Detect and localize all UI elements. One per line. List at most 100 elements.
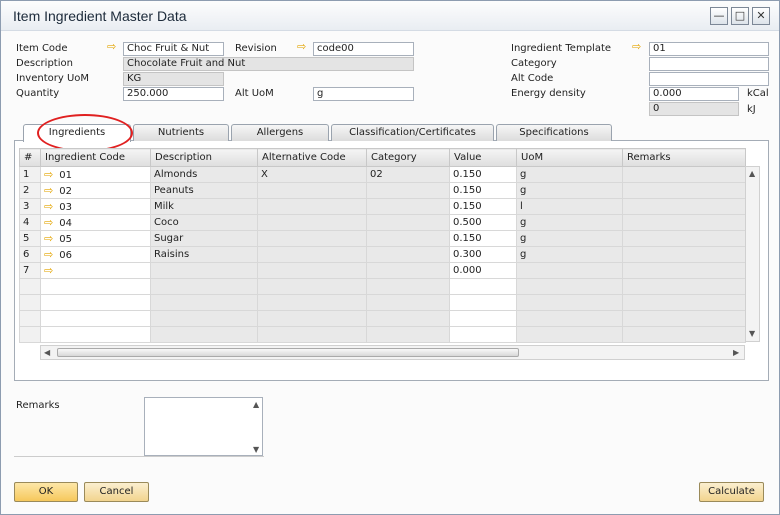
ingredient-template-field[interactable]: 01 <box>649 42 769 56</box>
column-header[interactable]: UoM <box>516 148 623 167</box>
value-cell[interactable]: 0.150 <box>449 166 517 183</box>
scroll-up-icon[interactable]: ▲ <box>749 169 755 178</box>
table-row[interactable]: 6 ⇨ 06 Raisins 0.300 g <box>19 246 746 263</box>
category-cell[interactable] <box>366 230 450 247</box>
description-cell[interactable]: Peanuts <box>150 182 258 199</box>
column-header[interactable]: Description <box>150 148 258 167</box>
vertical-scrollbar[interactable]: ▲ ▼ <box>745 166 760 342</box>
table-row[interactable]: 5 ⇨ 05 Sugar 0.150 g <box>19 230 746 247</box>
close-button[interactable]: ✕ <box>752 7 770 25</box>
ok-button[interactable]: OK <box>14 482 78 502</box>
description-cell[interactable]: Raisins <box>150 246 258 263</box>
category-cell[interactable] <box>366 262 450 279</box>
remarks-cell[interactable] <box>622 182 746 199</box>
table-row[interactable]: 3 ⇨ 03 Milk 0.150 l <box>19 198 746 215</box>
alternative-code-cell[interactable] <box>257 262 367 279</box>
alternative-code-cell[interactable] <box>257 198 367 215</box>
tab-nutrients[interactable]: Nutrients <box>133 124 229 141</box>
description-cell[interactable] <box>150 262 258 279</box>
minimize-button[interactable]: — <box>710 7 728 25</box>
calculate-button[interactable]: Calculate <box>699 482 764 502</box>
remarks-cell[interactable] <box>622 246 746 263</box>
column-header[interactable]: Alternative Code <box>257 148 367 167</box>
description-cell[interactable]: Sugar <box>150 230 258 247</box>
alternative-code-cell[interactable] <box>257 182 367 199</box>
tab-allergens[interactable]: Allergens <box>231 124 329 141</box>
alternative-code-cell[interactable] <box>257 230 367 247</box>
link-arrow-icon[interactable]: ⇨ <box>297 41 309 52</box>
category-field[interactable] <box>649 57 769 71</box>
description-cell[interactable]: Almonds <box>150 166 258 183</box>
uom-cell[interactable]: l <box>516 198 623 215</box>
horizontal-scrollbar[interactable]: ◀ ▶ <box>40 345 745 360</box>
ingredient-code-cell[interactable]: ⇨ 05 <box>40 230 151 247</box>
description-cell[interactable]: Milk <box>150 198 258 215</box>
category-cell[interactable] <box>366 198 450 215</box>
uom-cell[interactable]: g <box>516 230 623 247</box>
quantity-field[interactable]: 250.000 <box>123 87 224 101</box>
link-arrow-icon[interactable]: ⇨ <box>44 168 53 181</box>
column-header[interactable]: Value <box>449 148 517 167</box>
category-cell[interactable] <box>366 214 450 231</box>
link-arrow-icon[interactable]: ⇨ <box>107 41 119 52</box>
description-cell[interactable]: Coco <box>150 214 258 231</box>
scroll-down-icon[interactable]: ▼ <box>749 329 755 338</box>
uom-cell[interactable]: g <box>516 214 623 231</box>
remarks-cell[interactable] <box>622 214 746 231</box>
value-cell[interactable]: 0.300 <box>449 246 517 263</box>
link-arrow-icon[interactable]: ⇨ <box>44 184 53 197</box>
link-arrow-icon[interactable]: ⇨ <box>632 41 644 52</box>
remarks-textarea[interactable]: ▲ ▼ <box>144 397 263 456</box>
tab-specifications[interactable]: Specifications <box>496 124 612 141</box>
uom-cell[interactable] <box>516 262 623 279</box>
column-header[interactable]: Ingredient Code <box>40 148 151 167</box>
uom-cell[interactable]: g <box>516 246 623 263</box>
scroll-down-icon[interactable]: ▼ <box>253 445 259 454</box>
remarks-cell[interactable] <box>622 198 746 215</box>
value-cell[interactable]: 0.150 <box>449 182 517 199</box>
scroll-right-icon[interactable]: ▶ <box>733 348 739 357</box>
category-cell[interactable] <box>366 246 450 263</box>
link-arrow-icon[interactable]: ⇨ <box>44 216 53 229</box>
uom-cell[interactable]: g <box>516 182 623 199</box>
remarks-cell[interactable] <box>622 166 746 183</box>
item-code-field[interactable]: Choc Fruit & Nut <box>123 42 224 56</box>
ingredient-code-cell[interactable]: ⇨ 01 <box>40 166 151 183</box>
ingredient-code-cell[interactable]: ⇨ <box>40 262 151 279</box>
table-row[interactable]: 7 ⇨ 0.000 <box>19 262 746 279</box>
alternative-code-cell[interactable]: X <box>257 166 367 183</box>
ingredient-code-cell[interactable]: ⇨ 02 <box>40 182 151 199</box>
table-row[interactable]: 1 ⇨ 01 Almonds X 02 0.150 g <box>19 166 746 183</box>
remarks-cell[interactable] <box>622 230 746 247</box>
scroll-thumb[interactable] <box>57 348 519 357</box>
table-row[interactable]: 2 ⇨ 02 Peanuts 0.150 g <box>19 182 746 199</box>
table-row[interactable]: 4 ⇨ 04 Coco 0.500 g <box>19 214 746 231</box>
ingredient-code-cell[interactable]: ⇨ 06 <box>40 246 151 263</box>
ingredient-code-cell[interactable]: ⇨ 04 <box>40 214 151 231</box>
remarks-cell[interactable] <box>622 262 746 279</box>
value-cell[interactable]: 0.150 <box>449 198 517 215</box>
energy-kcal-field[interactable]: 0.000 <box>649 87 739 101</box>
alternative-code-cell[interactable] <box>257 246 367 263</box>
alt-uom-field[interactable]: g <box>313 87 414 101</box>
maximize-button[interactable]: □ <box>731 7 749 25</box>
link-arrow-icon[interactable]: ⇨ <box>44 264 53 277</box>
link-arrow-icon[interactable]: ⇨ <box>44 232 53 245</box>
column-header[interactable]: Category <box>366 148 450 167</box>
alternative-code-cell[interactable] <box>257 214 367 231</box>
ingredient-code-cell[interactable]: ⇨ 03 <box>40 198 151 215</box>
column-header[interactable]: # <box>19 148 41 167</box>
value-cell[interactable]: 0.150 <box>449 230 517 247</box>
scroll-left-icon[interactable]: ◀ <box>44 348 50 357</box>
value-cell[interactable]: 0.000 <box>449 262 517 279</box>
revision-field[interactable]: code00 <box>313 42 414 56</box>
category-cell[interactable] <box>366 182 450 199</box>
category-cell[interactable]: 02 <box>366 166 450 183</box>
scroll-up-icon[interactable]: ▲ <box>253 400 259 409</box>
link-arrow-icon[interactable]: ⇨ <box>44 200 53 213</box>
uom-cell[interactable]: g <box>516 166 623 183</box>
column-header[interactable]: Remarks <box>622 148 746 167</box>
alt-code-field[interactable] <box>649 72 769 86</box>
tab-ingredients[interactable]: Ingredients <box>23 124 131 142</box>
value-cell[interactable]: 0.500 <box>449 214 517 231</box>
